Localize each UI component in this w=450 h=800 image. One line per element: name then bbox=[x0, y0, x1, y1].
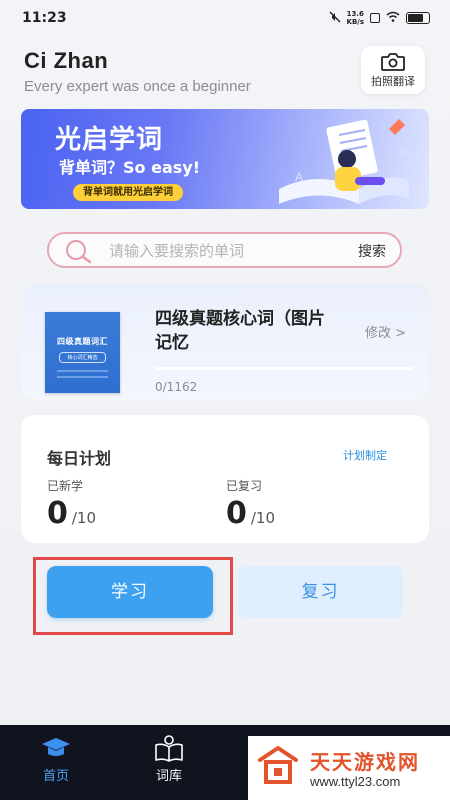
new-learned-label: 已新学 bbox=[47, 479, 84, 493]
photo-translate-button[interactable]: 拍照翻译 bbox=[361, 46, 425, 94]
book-cover-line bbox=[57, 376, 108, 378]
tab-library-label: 词库 bbox=[155, 769, 182, 784]
status-icons: 13.6 KB/s bbox=[329, 10, 430, 26]
reviewed-value: 0 bbox=[226, 496, 247, 531]
study-button[interactable]: 学习 bbox=[47, 566, 213, 618]
current-book-card[interactable]: 四级真题词汇 核心词汇精选 四级真题核心词（图片记忆 修改 > 0/1162 bbox=[21, 283, 429, 400]
daily-plan-card: 每日计划 计划制定 已新学 0/10 已复习 0/10 bbox=[21, 415, 429, 543]
reviewed-label: 已复习 bbox=[226, 479, 263, 493]
banner-title: 光启学词 bbox=[55, 125, 164, 155]
banner-tag: 背单词就用光启学词 bbox=[73, 184, 183, 201]
wifi-icon bbox=[386, 11, 400, 25]
new-learned-stat: 已新学 0/10 bbox=[47, 477, 96, 531]
book-title: 四级真题核心词（图片记忆 bbox=[155, 309, 325, 353]
promo-banner[interactable]: 光启学词 背单词？So easy! 背单词就用光启学词 A B bbox=[21, 109, 429, 209]
new-learned-value: 0 bbox=[47, 496, 68, 531]
watermark-logo-icon bbox=[258, 746, 298, 784]
watermark-url: www.ttyl23.com bbox=[310, 774, 401, 789]
battery-icon bbox=[406, 12, 430, 24]
set-plan-link[interactable]: 计划制定 bbox=[343, 447, 387, 463]
network-speed-unit: KB/s bbox=[346, 18, 364, 26]
photo-translate-label: 拍照翻译 bbox=[371, 75, 415, 88]
banner-subtitle: 背单词？So easy! bbox=[59, 158, 200, 177]
app-title: Ci Zhan bbox=[24, 48, 109, 73]
change-book-link[interactable]: 修改 > bbox=[365, 322, 406, 341]
daily-plan-title: 每日计划 bbox=[47, 449, 112, 468]
book-cover-tag: 核心词汇精选 bbox=[59, 352, 106, 363]
search-input[interactable] bbox=[109, 240, 329, 262]
status-time: 11:23 bbox=[22, 10, 67, 26]
watermark-name: 天天游戏网 bbox=[310, 750, 420, 774]
mute-icon bbox=[329, 11, 341, 26]
site-watermark: 天天游戏网 www.ttyl23.com bbox=[248, 736, 450, 800]
sim-off-icon bbox=[370, 13, 380, 23]
reviewed-total: /10 bbox=[250, 509, 276, 527]
svg-text:B: B bbox=[399, 149, 406, 160]
graduation-cap-icon bbox=[42, 738, 70, 756]
book-reader-icon bbox=[155, 735, 183, 762]
network-speed-value: 13.6 bbox=[346, 10, 364, 18]
book-cover-line bbox=[57, 370, 108, 372]
app-slogan: Every expert was once a beginner bbox=[24, 78, 251, 95]
book-progress-count: 0/1162 bbox=[155, 380, 198, 394]
tab-library[interactable]: 词库 bbox=[139, 733, 199, 784]
svg-text:A: A bbox=[295, 170, 303, 184]
review-button[interactable]: 复习 bbox=[238, 566, 403, 618]
camera-icon bbox=[381, 53, 405, 71]
banner-illustration: A B bbox=[279, 119, 409, 204]
book-cover-title: 四级真题词汇 bbox=[57, 337, 108, 346]
book-progress-bar bbox=[155, 367, 413, 370]
search-icon bbox=[66, 240, 92, 264]
search-button[interactable]: 搜索 bbox=[358, 241, 386, 261]
new-learned-total: /10 bbox=[71, 509, 97, 527]
tab-home[interactable]: 首页 bbox=[26, 733, 86, 784]
book-cover: 四级真题词汇 核心词汇精选 bbox=[45, 312, 120, 393]
reviewed-stat: 已复习 0/10 bbox=[226, 477, 275, 531]
tab-home-label: 首页 bbox=[42, 769, 69, 784]
status-bar: 11:23 13.6 KB/s bbox=[0, 0, 450, 36]
network-speed: 13.6 KB/s bbox=[347, 10, 364, 26]
search-bar[interactable]: 搜索 bbox=[47, 232, 402, 268]
